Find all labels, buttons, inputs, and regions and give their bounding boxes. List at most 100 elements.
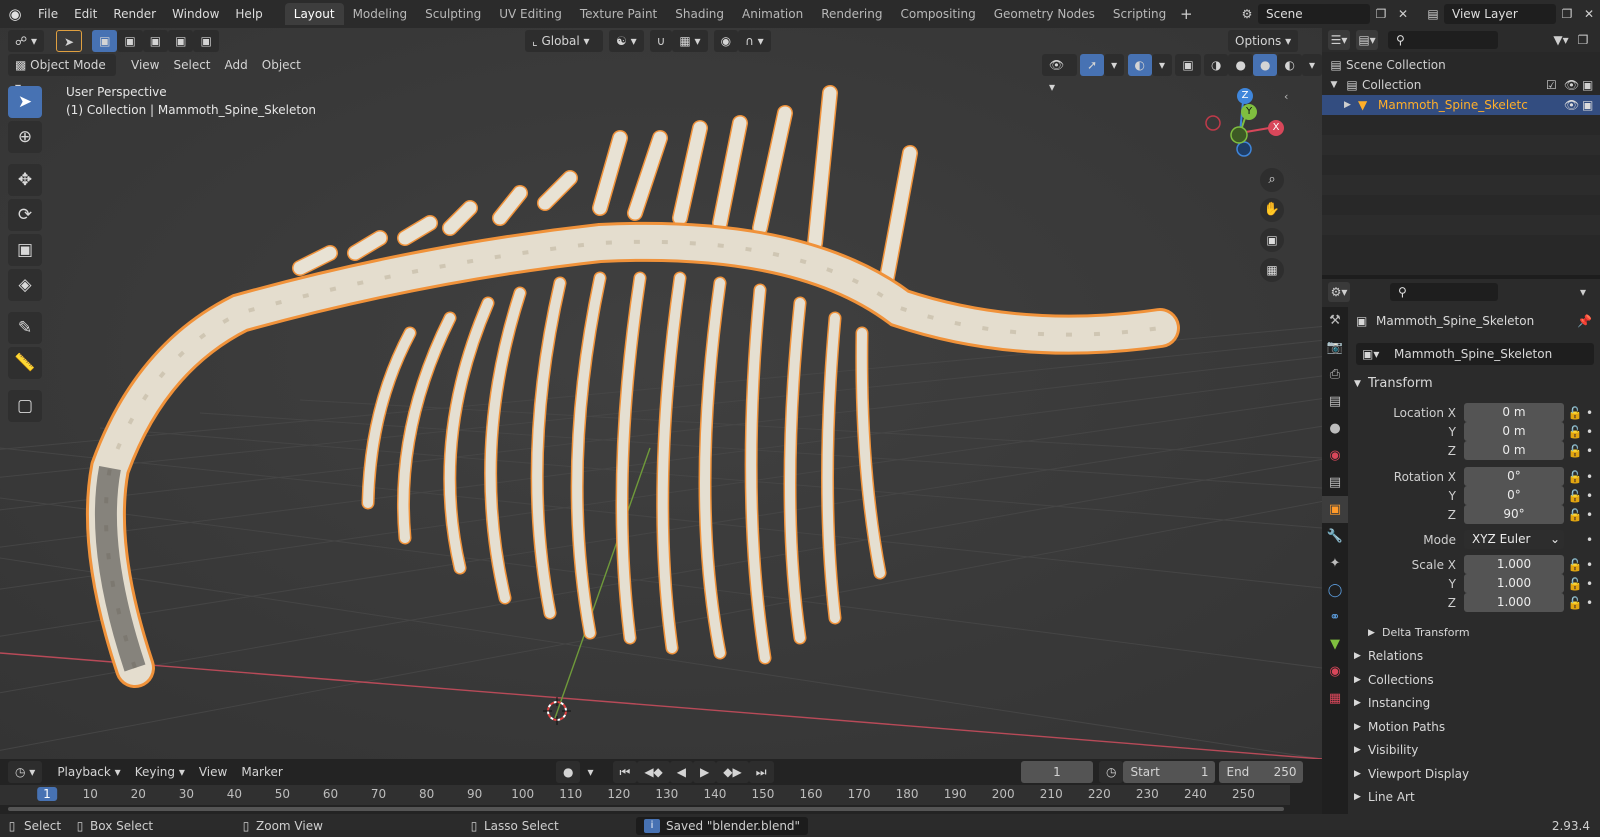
new-view-layer-icon[interactable]: ❐ <box>1556 4 1578 24</box>
properties-editor-type-icon[interactable]: ⚙▾ <box>1328 282 1350 302</box>
tab-layout[interactable]: Layout <box>284 3 344 25</box>
visibility-panel-header[interactable]: ▶ Visibility <box>1354 743 1418 757</box>
auto-keying-icon[interactable]: ● <box>556 761 581 783</box>
scale-x-lock-icon[interactable]: 🔓 <box>1564 558 1586 572</box>
object-render-camera-icon[interactable]: ▣ <box>1582 98 1600 112</box>
location-y-lock-icon[interactable]: 🔓 <box>1564 425 1586 439</box>
rotation-z-keyframe-icon[interactable]: • <box>1586 508 1593 522</box>
playhead-frame-label[interactable]: 1 <box>37 787 57 801</box>
next-keyframe-icon[interactable]: ◆▶ <box>716 761 749 783</box>
world-tab-icon[interactable]: ◉ <box>1322 442 1348 469</box>
rotation-y-lock-icon[interactable]: 🔓 <box>1564 489 1586 503</box>
tab-scripting[interactable]: Scripting <box>1104 3 1175 25</box>
properties-search-input[interactable]: ⚲ <box>1390 283 1498 301</box>
texture-tab-icon[interactable]: ▦ <box>1322 685 1348 712</box>
snap-target-icon[interactable]: ▦ ▾ <box>672 30 708 52</box>
scene-tab-icon[interactable]: ● <box>1322 415 1348 442</box>
delta-transform-subpanel[interactable]: ▶ Delta Transform <box>1368 626 1470 639</box>
location-z-lock-icon[interactable]: 🔓 <box>1564 444 1586 458</box>
view-layer-field[interactable]: View Layer <box>1444 4 1556 24</box>
orthographic-toggle-icon[interactable]: ▦ <box>1260 258 1284 282</box>
location-y-field[interactable]: 0 m <box>1464 422 1564 441</box>
annotate-tool-icon[interactable]: ✎ <box>8 312 42 344</box>
shading-rendered-icon[interactable]: ◐ <box>1277 54 1302 76</box>
shading-dropdown-icon[interactable]: ▾ <box>1301 54 1322 76</box>
material-tab-icon[interactable]: ◉ <box>1322 658 1348 685</box>
timeline-menu-marker[interactable]: Marker <box>234 761 289 783</box>
select-box-intersect-icon[interactable]: ▣ <box>193 30 219 52</box>
motion-paths-panel-header[interactable]: ▶ Motion Paths <box>1354 720 1445 734</box>
scene-icon[interactable]: ⚙ <box>1236 4 1258 24</box>
scale-z-lock-icon[interactable]: 🔓 <box>1564 596 1586 610</box>
outliner-row-scene-collection[interactable]: ▤ Scene Collection <box>1322 55 1600 75</box>
display-mode-icon[interactable]: ▤▾ <box>1356 30 1378 50</box>
tab-modeling[interactable]: Modeling <box>344 3 417 25</box>
collapse-sidebar-icon[interactable]: ‹ <box>1284 90 1288 103</box>
pan-view-hand-icon[interactable]: ✋ <box>1260 198 1284 222</box>
scale-y-keyframe-icon[interactable]: • <box>1586 577 1593 591</box>
location-x-lock-icon[interactable]: 🔓 <box>1564 406 1586 420</box>
instancing-panel-header[interactable]: ▶ Instancing <box>1354 696 1430 710</box>
keying-set-dropdown-icon[interactable]: ▾ <box>580 761 600 783</box>
line-art-panel-header[interactable]: ▶ Line Art <box>1354 790 1415 804</box>
new-collection-icon[interactable]: ❐ <box>1572 30 1594 50</box>
start-frame-field[interactable]: Start 1 <box>1123 761 1216 783</box>
filter-icon[interactable]: ▼▾ <box>1550 30 1572 50</box>
new-scene-icon[interactable]: ❐ <box>1370 4 1392 24</box>
viewport-menu-add[interactable]: Add <box>218 54 255 76</box>
outliner-search-input[interactable]: ⚲ <box>1388 31 1498 49</box>
tab-sculpting[interactable]: Sculpting <box>416 3 490 25</box>
overlays-toggle-icon[interactable]: ◐ <box>1127 54 1152 76</box>
scale-z-keyframe-icon[interactable]: • <box>1586 596 1593 610</box>
constraints-tab-icon[interactable]: ⚭ <box>1322 604 1348 631</box>
rotate-tool-icon[interactable]: ⟳ <box>8 199 42 231</box>
rotation-x-lock-icon[interactable]: 🔓 <box>1564 470 1586 484</box>
location-x-keyframe-icon[interactable]: • <box>1586 406 1593 420</box>
view-layer-tab-icon[interactable]: ▤ <box>1322 388 1348 415</box>
object-visibility-icon[interactable]: 👁 ▾ <box>1042 54 1077 94</box>
render-camera-icon[interactable]: ▣ <box>1582 78 1600 92</box>
output-tab-icon[interactable]: ⎙ <box>1322 361 1348 388</box>
rotation-z-field[interactable]: 90° <box>1464 505 1564 524</box>
tab-animation[interactable]: Animation <box>733 3 812 25</box>
shading-wireframe-icon[interactable]: ◑ <box>1204 54 1229 76</box>
tab-geometry-nodes[interactable]: Geometry Nodes <box>985 3 1104 25</box>
timeline-scrollbar[interactable] <box>8 807 1284 811</box>
overlays-dropdown-icon[interactable]: ▾ <box>1152 54 1173 76</box>
scale-z-field[interactable]: 1.000 <box>1464 593 1564 612</box>
view-layer-icon[interactable]: ▤ <box>1422 4 1444 24</box>
move-tool-icon[interactable]: ✥ <box>8 164 42 196</box>
select-box-tool-icon[interactable]: ➤ <box>8 86 42 118</box>
jump-end-icon[interactable]: ⏭ <box>748 761 774 783</box>
collections-panel-header[interactable]: ▶ Collections <box>1354 673 1434 687</box>
use-preview-range-icon[interactable]: ◷ <box>1099 761 1124 783</box>
rotation-mode-keyframe-icon[interactable]: • <box>1586 533 1593 547</box>
viewport-menu-select[interactable]: Select <box>166 54 217 76</box>
tab-shading[interactable]: Shading <box>666 3 733 25</box>
gizmo-z-label[interactable]: Z <box>1237 88 1253 104</box>
pin-icon[interactable]: 📌 <box>1577 314 1592 328</box>
play-icon[interactable]: ▶ <box>693 761 717 783</box>
outliner-editor-type-icon[interactable]: ☰▾ <box>1328 30 1350 50</box>
menu-help[interactable]: Help <box>227 7 270 21</box>
xray-toggle-icon[interactable]: ▣ <box>1175 54 1201 76</box>
tab-compositing[interactable]: Compositing <box>891 3 984 25</box>
proportional-falloff-icon[interactable]: ∩ ▾ <box>738 30 771 52</box>
viewport-canvas[interactable] <box>0 28 1322 759</box>
tab-texture-paint[interactable]: Texture Paint <box>571 3 666 25</box>
proportional-editing-icon[interactable]: ◉ <box>713 30 739 52</box>
timeline-menu-keying[interactable]: Keying ▾ <box>128 761 192 783</box>
scale-x-keyframe-icon[interactable]: • <box>1586 558 1593 572</box>
blender-logo-icon[interactable]: ◉ <box>0 5 30 23</box>
timeline-menu-view[interactable]: View <box>192 761 234 783</box>
viewport-menu-object[interactable]: Object <box>255 54 308 76</box>
location-z-field[interactable]: 0 m <box>1464 441 1564 460</box>
measure-tool-icon[interactable]: 📏 <box>8 347 42 379</box>
relations-panel-header[interactable]: ▶ Relations <box>1354 649 1423 663</box>
3d-viewport[interactable]: X Y Z ⌕ ✋ ▣ ▦ ‹ ☍ ▾ ➤ ▣ ▣ ▣ ▣ ▣ ⌞ Global… <box>0 28 1322 759</box>
data-tab-icon[interactable]: ▼ <box>1322 631 1348 658</box>
add-workspace-icon[interactable]: + <box>1175 4 1197 24</box>
select-box-new-icon[interactable]: ▣ <box>92 30 118 52</box>
expand-collection-icon[interactable]: ▼ <box>1326 80 1342 90</box>
select-box-extend-icon[interactable]: ▣ <box>117 30 143 52</box>
